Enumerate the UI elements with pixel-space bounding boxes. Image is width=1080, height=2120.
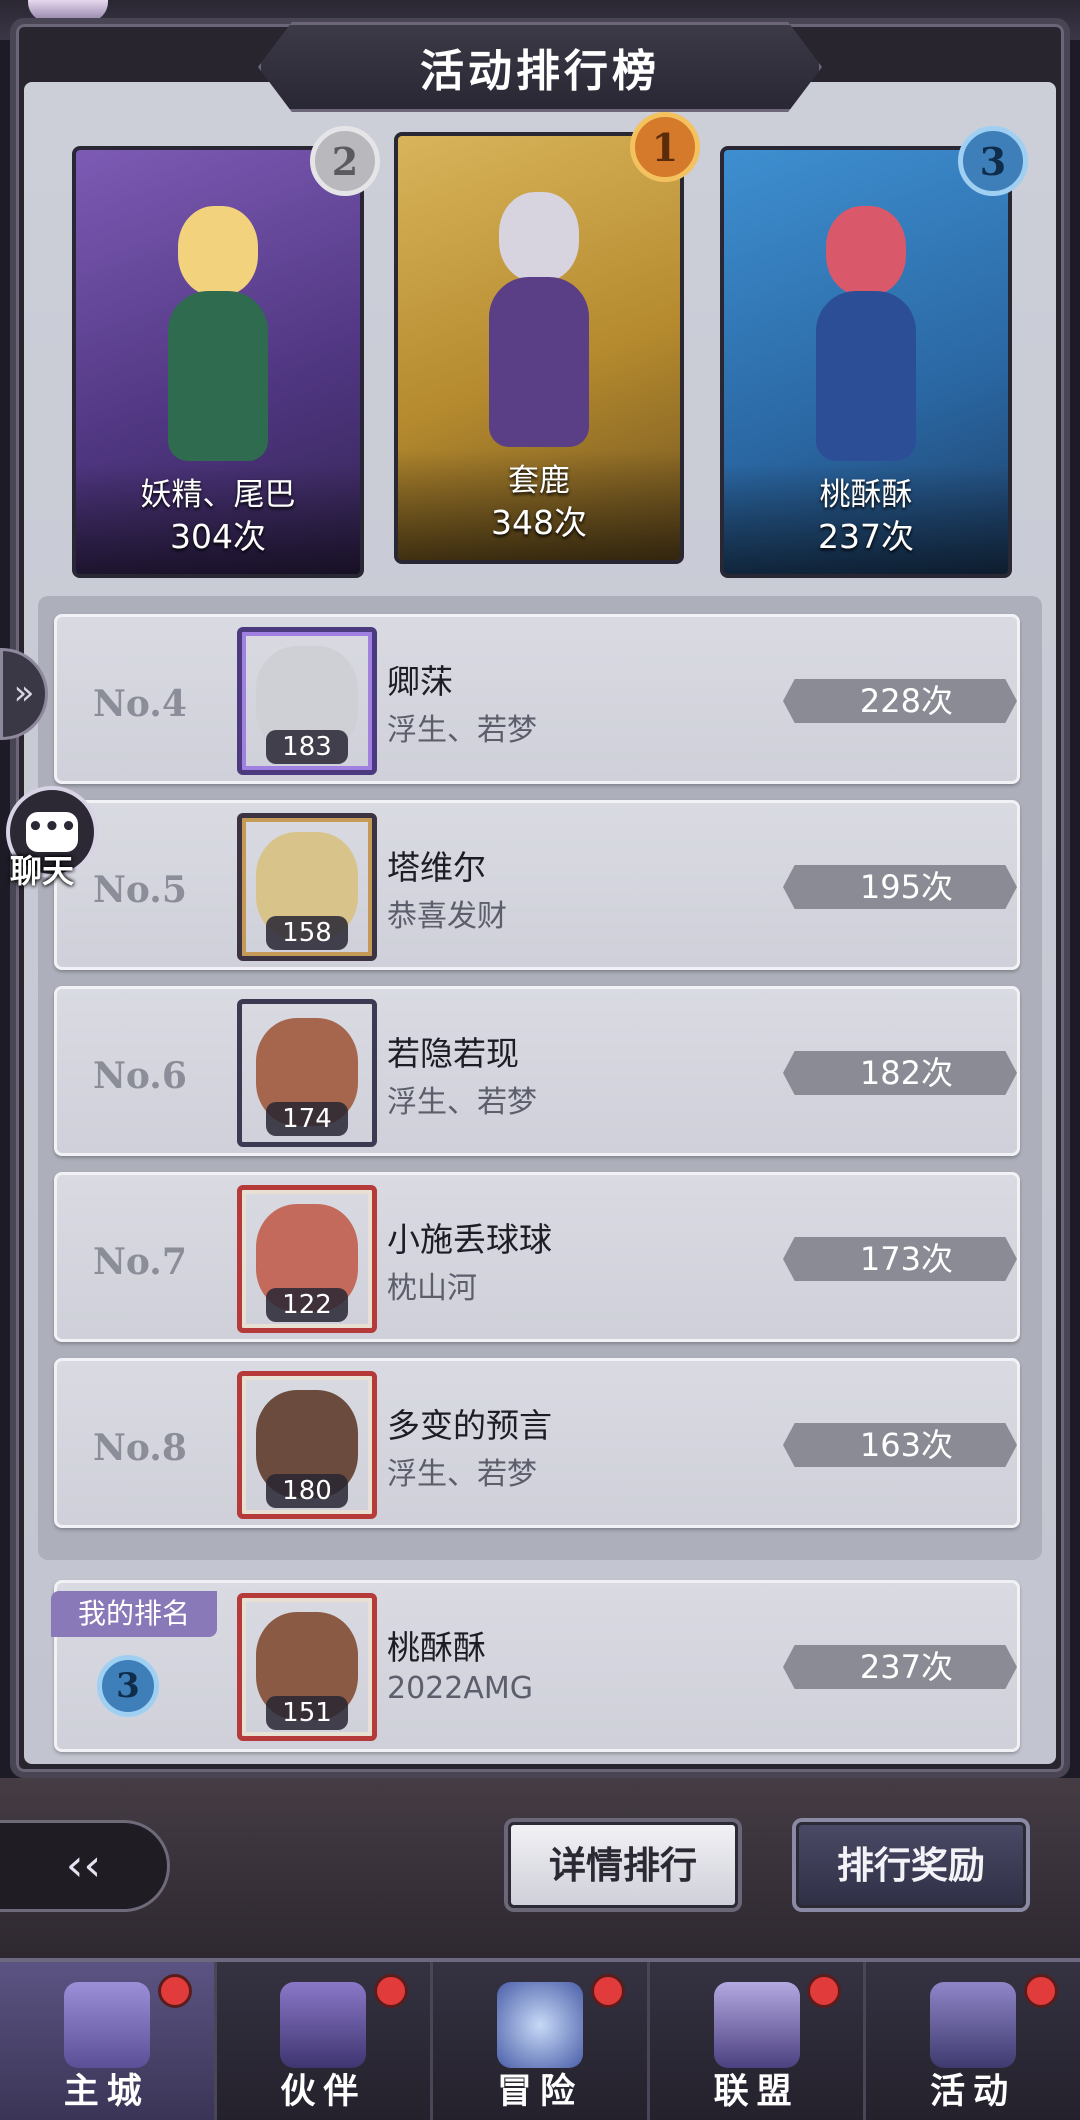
player-name: 卿莯 [387, 662, 453, 701]
nav-partners[interactable]: 伙伴 [217, 1962, 434, 2120]
player-name: 小施丢球球 [387, 1220, 552, 1259]
character-portrait [143, 176, 293, 476]
level-badge: 158 [266, 916, 348, 950]
podium-count: 237次 [818, 517, 914, 556]
guild-name: 浮生、若梦 [387, 1457, 537, 1492]
compass-icon [496, 1982, 583, 2068]
notification-dot [374, 1974, 409, 2008]
my-rank-row[interactable]: 我的排名 3 151 桃酥酥 2022AMG 237次 [51, 1580, 1020, 1752]
avatar[interactable]: 180 [237, 1371, 377, 1519]
count-badge: 182次 [783, 1051, 1017, 1095]
nav-adventure[interactable]: 冒险 [433, 1962, 650, 2120]
level-badge: 180 [266, 1474, 348, 1508]
podium-card-1[interactable]: 套鹿 348次 [394, 132, 684, 564]
notification-dot [157, 1974, 192, 2008]
avatar[interactable]: 183 [237, 627, 377, 775]
my-rank-tag: 我的排名 [51, 1591, 217, 1637]
podium-name: 桃酥酥 [819, 477, 913, 513]
nav-label: 活动 [930, 2071, 1017, 2112]
page-title: 活动排行榜 [420, 46, 660, 97]
guild-name: 恭喜发财 [387, 899, 507, 934]
rank-2-medal-icon: 2 [310, 126, 380, 196]
count-badge: 173次 [783, 1237, 1017, 1281]
podium-name: 妖精、尾巴 [140, 477, 296, 513]
count-badge: 228次 [783, 679, 1017, 723]
nav-label: 联盟 [713, 2071, 800, 2112]
level-badge: 174 [266, 1102, 348, 1136]
level-badge: 122 [266, 1288, 348, 1322]
avatar[interactable]: 151 [237, 1593, 377, 1741]
podium-card-3[interactable]: 桃酥酥 237次 [720, 146, 1012, 578]
rank-number: No.4 [93, 683, 187, 725]
avatar[interactable]: 158 [237, 813, 377, 961]
back-arrow-icon: ‹‹ [65, 1840, 102, 1891]
character-portrait [464, 162, 614, 462]
count-badge: 237次 [783, 1645, 1017, 1689]
title-banner: 活动排行榜 [258, 22, 822, 112]
rank-3-medal-icon: 3 [97, 1655, 159, 1717]
player-name: 若隐若现 [387, 1034, 519, 1073]
podium-card-2[interactable]: 妖精、尾巴 304次 [72, 146, 364, 578]
ranking-row-4[interactable]: No.4 183 卿莯 浮生、若梦 228次 [54, 614, 1020, 784]
guild-name: 2022AMG [387, 1671, 534, 1706]
nav-label: 伙伴 [280, 2071, 367, 2112]
avatar[interactable]: 174 [237, 999, 377, 1147]
shield-icon [713, 1982, 800, 2068]
rank-number: No.6 [93, 1055, 187, 1097]
notification-dot [1023, 1974, 1058, 2008]
player-name: 塔维尔 [387, 848, 486, 887]
guild-name: 枕山河 [387, 1271, 477, 1306]
count-badge: 195次 [783, 865, 1017, 909]
ranking-row-7[interactable]: No.7 122 小施丢球球 枕山河 173次 [54, 1172, 1020, 1342]
guild-name: 浮生、若梦 [387, 713, 537, 748]
podium-count: 348次 [491, 503, 587, 542]
detail-ranking-button[interactable]: 详情排行 [508, 1822, 738, 1908]
count-badge: 163次 [783, 1423, 1017, 1467]
podium-count: 304次 [170, 517, 266, 556]
rank-number: No.7 [93, 1241, 187, 1283]
cards-icon [930, 1982, 1017, 2068]
nav-label: 冒险 [496, 2071, 583, 2112]
ranking-row-5[interactable]: No.5 158 塔维尔 恭喜发财 195次 [54, 800, 1020, 970]
avatar[interactable]: 122 [237, 1185, 377, 1333]
rank-number: No.8 [93, 1427, 187, 1469]
level-badge: 151 [266, 1696, 348, 1730]
witch-hat-icon [280, 1982, 367, 2068]
back-button[interactable]: ‹‹ [0, 1820, 170, 1912]
player-name: 多变的预言 [387, 1406, 552, 1445]
character-portrait [791, 176, 941, 476]
notification-dot [590, 1974, 625, 2008]
level-badge: 183 [266, 730, 348, 764]
rank-1-medal-icon: 1 [630, 112, 700, 182]
ranking-row-6[interactable]: No.6 174 若隐若现 浮生、若梦 182次 [54, 986, 1020, 1156]
ranking-row-8[interactable]: No.8 180 多变的预言 浮生、若梦 163次 [54, 1358, 1020, 1528]
guild-name: 浮生、若梦 [387, 1085, 537, 1120]
notification-dot [807, 1974, 842, 2008]
bottom-nav: 主城 伙伴 冒险 联盟 活动 [0, 1958, 1080, 2120]
nav-alliance[interactable]: 联盟 [650, 1962, 867, 2120]
chat-label: 聊天 [10, 852, 75, 890]
rank-number: No.5 [93, 869, 187, 911]
nav-label: 主城 [63, 2071, 150, 2112]
rank-3-medal-icon: 3 [958, 126, 1028, 196]
castle-icon [63, 1982, 150, 2068]
nav-main-city[interactable]: 主城 [0, 1962, 217, 2120]
ranking-rewards-button[interactable]: 排行奖励 [796, 1822, 1026, 1908]
player-name: 桃酥酥 [387, 1628, 486, 1667]
nav-events[interactable]: 活动 [866, 1962, 1080, 2120]
podium-name: 套鹿 [508, 463, 570, 499]
